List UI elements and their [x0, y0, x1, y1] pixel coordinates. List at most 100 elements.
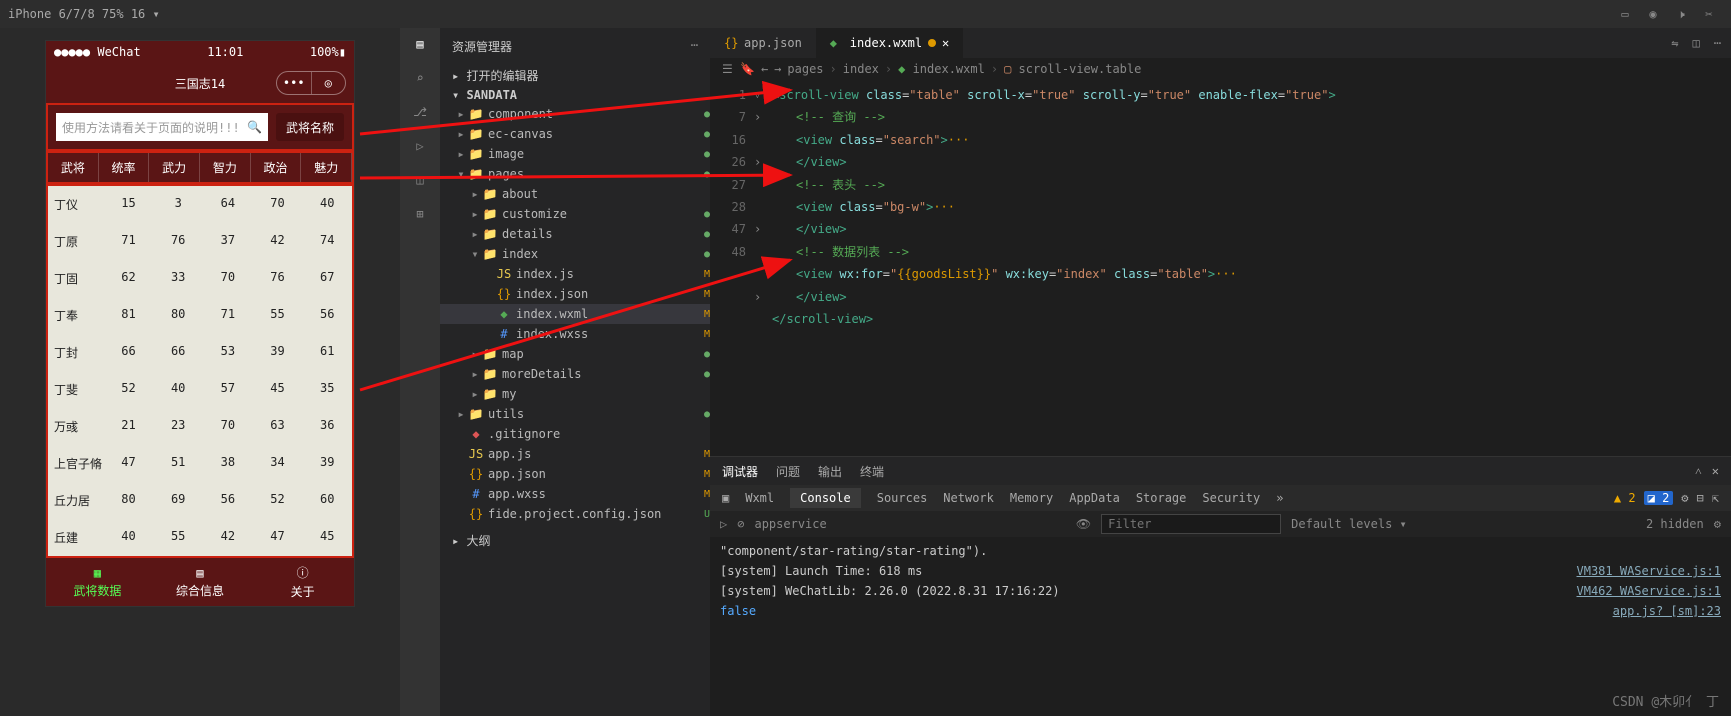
search-type-button[interactable]: 武将名称	[276, 113, 344, 141]
dtab-memory[interactable]: Memory	[1010, 491, 1053, 505]
tree-item-app.json[interactable]: {}app.jsonM	[440, 464, 710, 484]
tree-item-index[interactable]: ▾📁index●	[440, 244, 710, 264]
dtab-security[interactable]: Security	[1202, 491, 1260, 505]
tree-item-app.wxss[interactable]: #app.wxssM	[440, 484, 710, 504]
crumb[interactable]: index	[843, 62, 879, 76]
fold-gutter[interactable]: ˅››››	[754, 84, 770, 353]
outline-section[interactable]: ▸ 大纲	[440, 530, 710, 551]
tree-item-index.js[interactable]: JSindex.jsM	[440, 264, 710, 284]
bookmark-icon[interactable]: ☰ 🔖	[722, 62, 755, 76]
table-header-cell[interactable]: 魅力	[301, 153, 352, 182]
ch-up-icon[interactable]: ˄	[1695, 464, 1702, 479]
info-badge[interactable]: ◪ 2	[1644, 491, 1674, 505]
tree-item-moreDetails[interactable]: ▸📁moreDetails●	[440, 364, 710, 384]
crumb[interactable]: pages	[787, 62, 823, 76]
code-area[interactable]: 17162627284748 ˅›››› <scroll-view class=…	[710, 80, 1731, 456]
dtab-more[interactable]: »	[1276, 491, 1283, 505]
tree-item-about[interactable]: ▸📁about	[440, 184, 710, 204]
console-gear-icon[interactable]: ⚙	[1714, 517, 1721, 531]
tree-item-my[interactable]: ▸📁my	[440, 384, 710, 404]
log-row[interactable]: [system] WeChatLib: 2.26.0 (2022.8.31 17…	[720, 581, 1721, 601]
breadcrumbs[interactable]: ☰ 🔖 ← → pages›index›◆ index.wxml›▢ scrol…	[710, 58, 1731, 80]
log-row[interactable]: falseapp.js? [sm]:23	[720, 601, 1721, 621]
plugin-icon[interactable]: ◫	[408, 168, 432, 192]
tree-item-details[interactable]: ▸📁details●	[440, 224, 710, 244]
inspect-icon[interactable]: ▣	[722, 491, 729, 505]
file-tree[interactable]: 资源管理器⋯ ▸ 打开的编辑器 ▾ SANDATA ▸📁component●▸📁…	[440, 28, 710, 716]
compare-icon[interactable]: ⇋	[1671, 36, 1678, 50]
record-icon[interactable]: ◉	[1639, 0, 1667, 28]
crumb[interactable]: ◆ index.wxml	[898, 62, 985, 76]
table-header-cell[interactable]: 政治	[251, 153, 302, 182]
table-row[interactable]: 丁仪153647040	[48, 186, 352, 223]
tree-item-index.json[interactable]: {}index.jsonM	[440, 284, 710, 304]
play-icon[interactable]: ▷	[720, 517, 727, 531]
gear-icon[interactable]: ⚙	[1681, 491, 1688, 505]
clear-icon[interactable]: ⊘	[737, 517, 744, 531]
dtab-appdata[interactable]: AppData	[1069, 491, 1120, 505]
eye-icon[interactable]: 👁	[1076, 517, 1091, 531]
tree-item-pages[interactable]: ▾📁pages●	[440, 164, 710, 184]
table-row[interactable]: 丁奉8180715556	[48, 297, 352, 334]
table-row[interactable]: 万彧2123706336	[48, 408, 352, 445]
dock-icon[interactable]: ⊟	[1697, 491, 1704, 505]
tab-problems[interactable]: 问题	[776, 463, 800, 480]
table-row[interactable]: 丘建4055424745	[48, 519, 352, 556]
tree-item-map[interactable]: ▸📁map●	[440, 344, 710, 364]
nav-info[interactable]: ▤综合信息	[149, 558, 252, 606]
panel-tabs[interactable]: 调试器 问题 输出 终端 ˄ ✕	[710, 457, 1731, 485]
capsule[interactable]: •••◎	[276, 71, 346, 95]
table-row[interactable]: 丁斐5240574535	[48, 371, 352, 408]
table-row[interactable]: 丁原7176374274	[48, 223, 352, 260]
back-icon[interactable]: ←	[761, 62, 768, 76]
table-row[interactable]: 丘力居8069565260	[48, 482, 352, 519]
scissors-icon[interactable]: ✂	[1695, 0, 1723, 28]
dtab-network[interactable]: Network	[943, 491, 994, 505]
devtools-tabs[interactable]: ▣ Wxml Console Sources Network Memory Ap…	[710, 485, 1731, 511]
console-toolbar[interactable]: ▷ ⊘ appservice 👁 Default levels ▾ 2 hidd…	[710, 511, 1731, 537]
dtab-storage[interactable]: Storage	[1136, 491, 1187, 505]
more-actions-icon[interactable]: ⋯	[1714, 36, 1721, 50]
bottom-nav[interactable]: ▦武将数据 ▤综合信息 ⓘ关于	[46, 558, 354, 606]
table-header-cell[interactable]: 武将	[48, 153, 99, 182]
more-icon[interactable]: ⋯	[691, 38, 698, 52]
crumb[interactable]: ▢ scroll-view.table	[1004, 62, 1141, 76]
table-body[interactable]: 丁仪153647040丁原7176374274丁固6233707667丁奉818…	[46, 184, 354, 558]
table-row[interactable]: 上官子脩4751383439	[48, 445, 352, 482]
warn-badge[interactable]: ▲ 2	[1614, 491, 1636, 505]
tree-item-component[interactable]: ▸📁component●	[440, 104, 710, 124]
split-icon[interactable]: ◫	[1693, 36, 1700, 50]
search-act-icon[interactable]: ⌕	[408, 66, 432, 90]
device-label[interactable]: iPhone 6/7/8 75% 16 ▾	[8, 7, 160, 21]
editor-tabs[interactable]: {}app.json◆index.wxml ✕ ⇋ ◫ ⋯	[710, 28, 1731, 58]
tab-terminal[interactable]: 终端	[860, 463, 884, 480]
log-row[interactable]: [system] Launch Time: 618 msVM381 WAServ…	[720, 561, 1721, 581]
tab-output[interactable]: 输出	[818, 463, 842, 480]
mute-icon[interactable]: 🕨	[1667, 0, 1695, 28]
ext-icon[interactable]: ⊞	[408, 202, 432, 226]
tree-item-ec-canvas[interactable]: ▸📁ec-canvas●	[440, 124, 710, 144]
dtab-wxml[interactable]: Wxml	[745, 491, 774, 505]
tree-item-image[interactable]: ▸📁image●	[440, 144, 710, 164]
search-input[interactable]: 使用方法请看关于页面的说明!!! 🔍	[56, 113, 268, 141]
tree-item-index.wxml[interactable]: ◆index.wxmlM	[440, 304, 710, 324]
tree-item-utils[interactable]: ▸📁utils●	[440, 404, 710, 424]
popout-icon[interactable]: ⇱	[1712, 491, 1719, 505]
levels-select[interactable]: Default levels ▾	[1291, 517, 1407, 531]
tab-debugger[interactable]: 调试器	[722, 463, 758, 480]
log-row[interactable]: "component/star-rating/star-rating").	[720, 541, 1721, 561]
table-header-cell[interactable]: 统率	[99, 153, 150, 182]
capsule-menu-icon[interactable]: •••	[277, 72, 312, 94]
root-section[interactable]: ▾ SANDATA	[440, 86, 710, 104]
dtab-sources[interactable]: Sources	[877, 491, 928, 505]
table-row[interactable]: 丁固6233707667	[48, 260, 352, 297]
hidden-count[interactable]: 2 hidden	[1646, 517, 1704, 531]
search-icon[interactable]: 🔍	[247, 120, 262, 134]
nav-data[interactable]: ▦武将数据	[46, 558, 149, 606]
debug-icon[interactable]: ▷	[408, 134, 432, 158]
device-frame-icon[interactable]: ▭	[1611, 0, 1639, 28]
capsule-close-icon[interactable]: ◎	[312, 72, 346, 94]
dtab-console[interactable]: Console	[790, 488, 861, 508]
editor-tab[interactable]: {}app.json	[710, 28, 816, 58]
table-header-cell[interactable]: 智力	[200, 153, 251, 182]
